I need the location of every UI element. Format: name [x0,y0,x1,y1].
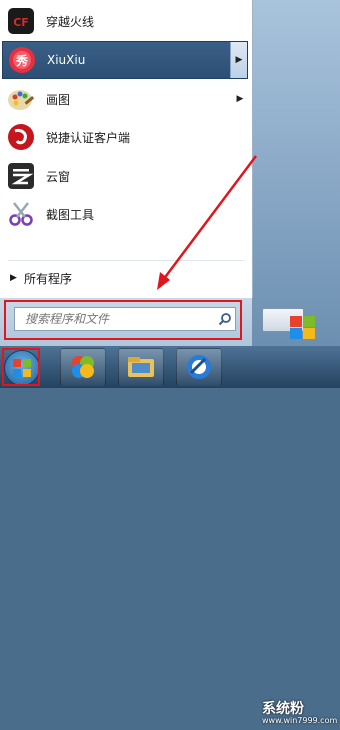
watermark: 系统粉 www.win7999.com [262,698,340,730]
taskbar-app-1[interactable] [60,348,106,386]
windows-start-icon [13,359,31,377]
watermark-url: www.win7999.com [262,716,338,725]
watermark-text: 系统粉 [262,701,304,717]
windows-logo-icon [290,316,316,340]
annotation-arrow [157,155,257,290]
colorful-app-icon [72,356,94,378]
folder-icon [128,357,154,377]
taskbar: 系统粉 www.win7999.com [0,346,340,725]
browser-icon [187,355,211,379]
start-button[interactable] [4,350,40,386]
taskbar-browser[interactable] [176,348,222,386]
taskbar-explorer[interactable] [118,348,164,386]
